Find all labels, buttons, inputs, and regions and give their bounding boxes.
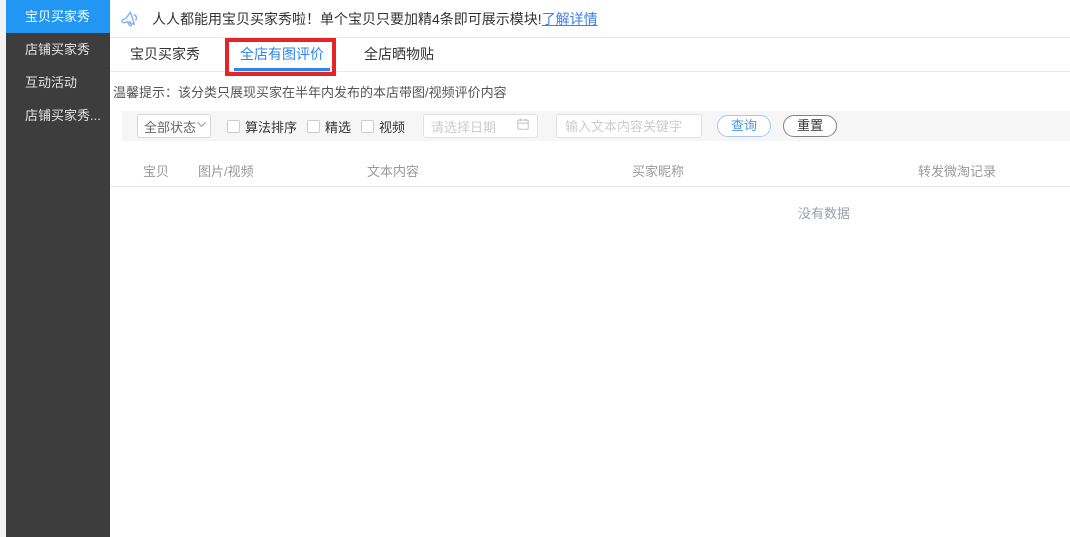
megaphone-icon [118,7,142,31]
checkbox-featured[interactable]: 精选 [307,117,351,136]
keyword-input[interactable] [556,114,702,138]
sidebar-item-shop-buyer-show-more[interactable]: 店铺买家秀... [6,99,110,132]
sidebar-item-item-buyer-show[interactable]: 宝贝买家秀 [6,0,110,33]
notice-text: 温馨提示：该分类只展现买家在半年内发布的本店带图/视频评价内容 [113,82,1070,101]
date-placeholder: 请选择日期 [431,117,496,136]
main-content: 人人都能用宝贝买家秀啦！单个宝贝只要加精4条即可展示模块!了解详情 宝贝买家秀 … [110,0,1070,537]
checkbox-label: 视频 [379,117,405,136]
checkbox-label: 算法排序 [245,117,297,136]
checkbox-label: 精选 [325,117,351,136]
filter-checkboxes: 算法排序 精选 视频 [227,117,415,136]
sidebar-item-interactive-activity[interactable]: 互动活动 [6,66,110,99]
learn-more-link[interactable]: 了解详情 [542,9,598,29]
empty-state-text: 没有数据 [110,203,1070,222]
checkbox-icon[interactable] [361,120,374,133]
column-header-weitao-repost: 转发微淘记录 [918,161,1070,180]
tab-item-buyer-show[interactable]: 宝贝买家秀 [130,38,200,71]
tab-all-shop-picture-reviews[interactable]: 全店有图评价 [240,38,324,71]
column-header-item: 宝贝 [143,161,198,180]
sidebar: 宝贝买家秀 店铺买家秀 互动活动 店铺买家秀... [6,0,110,537]
checkbox-icon[interactable] [307,120,320,133]
chevron-down-icon [196,117,207,135]
checkbox-video[interactable]: 视频 [361,117,405,136]
banner-text: 人人都能用宝贝买家秀啦！单个宝贝只要加精4条即可展示模块! [152,9,542,29]
buyer-show-admin-page: 宝贝买家秀 店铺买家秀 互动活动 店铺买家秀... 人人都能用宝贝买家秀啦！单个… [0,0,1070,537]
status-select-value: 全部状态 [144,117,196,136]
calendar-icon[interactable] [516,117,530,136]
tab-bar: 宝贝买家秀 全店有图评价 全店晒物贴 [110,38,1070,72]
table-header-row: 宝贝 图片/视频 文本内容 买家昵称 转发微淘记录 [110,154,1070,187]
tab-all-shop-show-posts[interactable]: 全店晒物贴 [364,38,434,71]
checkbox-icon[interactable] [227,120,240,133]
filter-bar: 全部状态 算法排序 精选 视频 [122,111,1070,141]
column-header-buyer-name: 买家昵称 [632,161,918,180]
notice-banner: 人人都能用宝贝买家秀啦！单个宝贝只要加精4条即可展示模块!了解详情 [110,0,1070,38]
column-header-text: 文本内容 [367,161,632,180]
checkbox-algorithm-sort[interactable]: 算法排序 [227,117,297,136]
query-button[interactable]: 查询 [717,115,771,137]
column-header-media: 图片/视频 [198,161,367,180]
sidebar-item-shop-buyer-show[interactable]: 店铺买家秀 [6,33,110,66]
date-picker-input[interactable]: 请选择日期 [423,114,538,138]
reset-button[interactable]: 重置 [783,115,837,137]
status-select[interactable]: 全部状态 [137,114,211,138]
